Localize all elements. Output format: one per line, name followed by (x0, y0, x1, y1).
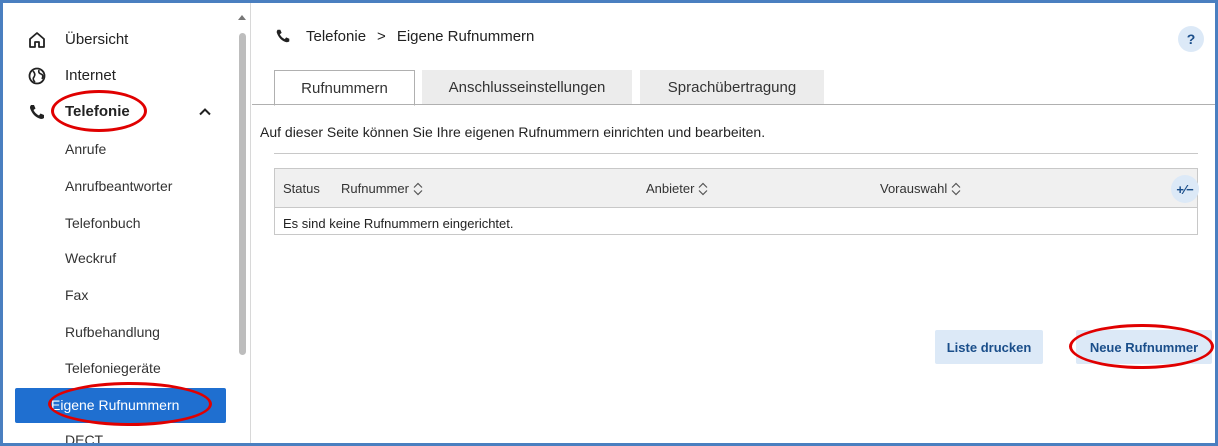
breadcrumb-parent[interactable]: Telefonie (306, 28, 366, 45)
sidebar-item-label: DECT (65, 432, 104, 446)
sidebar-item-label: Eigene Rufnummern (51, 397, 180, 413)
sidebar-item-anrufe[interactable]: Anrufe (3, 134, 239, 164)
sidebar-item-dect[interactable]: DECT (3, 425, 239, 446)
sidebar-item-label: Internet (65, 66, 116, 84)
sidebar-item-fax[interactable]: Fax (3, 280, 239, 310)
breadcrumb-current: Eigene Rufnummern (396, 27, 535, 45)
phone-icon (30, 105, 44, 119)
window-frame: Übersicht Internet Telefonie Anrufe Anru… (0, 0, 1218, 446)
page-description: Auf dieser Seite können Sie Ihre eigenen… (260, 124, 766, 140)
sidebar-item-internet[interactable]: Internet (3, 58, 239, 92)
column-header-label: Anbieter (646, 181, 695, 196)
sidebar-item-label: Telefonie (65, 102, 130, 120)
breadcrumb: Telefonie > Eigene Rufnummern (274, 27, 534, 45)
main-content: Telefonie > Eigene Rufnummern ? Rufnumme… (252, 3, 1215, 443)
sort-icon[interactable] (697, 182, 709, 196)
divider (274, 153, 1198, 154)
sidebar-item-label: Telefoniegeräte (65, 360, 161, 376)
column-header-status: Status (283, 181, 320, 196)
column-header-label: Status (283, 181, 320, 196)
sidebar-item-uebersicht[interactable]: Übersicht (3, 22, 239, 56)
table-header: Status Rufnummer Anbieter Vorauswahl +⁄− (275, 169, 1199, 208)
rufnummern-table: Status Rufnummer Anbieter Vorauswahl +⁄−… (274, 168, 1199, 235)
column-toggle-button[interactable]: +⁄− (1171, 175, 1199, 203)
chevron-up-icon[interactable] (199, 106, 211, 118)
column-header-rufnummer[interactable]: Rufnummer (341, 181, 424, 196)
sidebar-scrollbar[interactable] (235, 11, 247, 443)
tab-rufnummern[interactable]: Rufnummern (274, 70, 415, 106)
sidebar-item-anrufbeantworter[interactable]: Anrufbeantworter (3, 171, 239, 201)
sidebar-item-telefonie[interactable]: Telefonie (3, 94, 239, 128)
sort-icon[interactable] (950, 182, 962, 196)
sidebar-item-label: Rufbehandlung (65, 324, 160, 340)
scroll-up-arrow-icon[interactable] (238, 15, 246, 20)
sidebar-item-eigene-rufnummern[interactable]: Eigene Rufnummern (15, 388, 226, 423)
empty-table-message: Es sind keine Rufnummern eingerichtet. (283, 216, 514, 231)
sidebar-item-label: Anrufbeantworter (65, 178, 173, 194)
sidebar-item-label: Telefonbuch (65, 215, 141, 231)
tab-divider (252, 104, 1215, 105)
sidebar: Übersicht Internet Telefonie Anrufe Anru… (3, 3, 251, 446)
help-button[interactable]: ? (1178, 26, 1204, 52)
globe-icon (28, 67, 46, 85)
sort-icon[interactable] (412, 182, 424, 196)
sidebar-item-telefonbuch[interactable]: Telefonbuch (3, 208, 239, 238)
breadcrumb-separator: > (377, 27, 386, 45)
sidebar-item-label: Weckruf (65, 250, 117, 266)
tab-sprachuebertragung[interactable]: Sprachübertragung (640, 70, 824, 105)
column-header-vorauswahl[interactable]: Vorauswahl (880, 181, 962, 196)
scrollbar-thumb[interactable] (239, 33, 246, 355)
sidebar-item-label: Anrufe (65, 141, 107, 157)
home-icon (29, 32, 45, 48)
phone-icon (276, 29, 290, 43)
print-list-button[interactable]: Liste drucken (935, 330, 1043, 364)
column-header-label: Vorauswahl (880, 181, 948, 196)
column-header-label: Rufnummer (341, 181, 409, 196)
sidebar-item-weckruf[interactable]: Weckruf (3, 243, 239, 273)
column-header-anbieter[interactable]: Anbieter (646, 181, 709, 196)
tab-anschlusseinstellungen[interactable]: Anschlusseinstellungen (422, 70, 632, 105)
sidebar-item-label: Übersicht (65, 30, 129, 48)
sidebar-item-rufbehandlung[interactable]: Rufbehandlung (3, 317, 239, 347)
sidebar-item-label: Fax (65, 287, 89, 303)
sidebar-item-telefoniegeraete[interactable]: Telefoniegeräte (3, 353, 239, 383)
new-number-button[interactable]: Neue Rufnummer (1076, 330, 1212, 364)
